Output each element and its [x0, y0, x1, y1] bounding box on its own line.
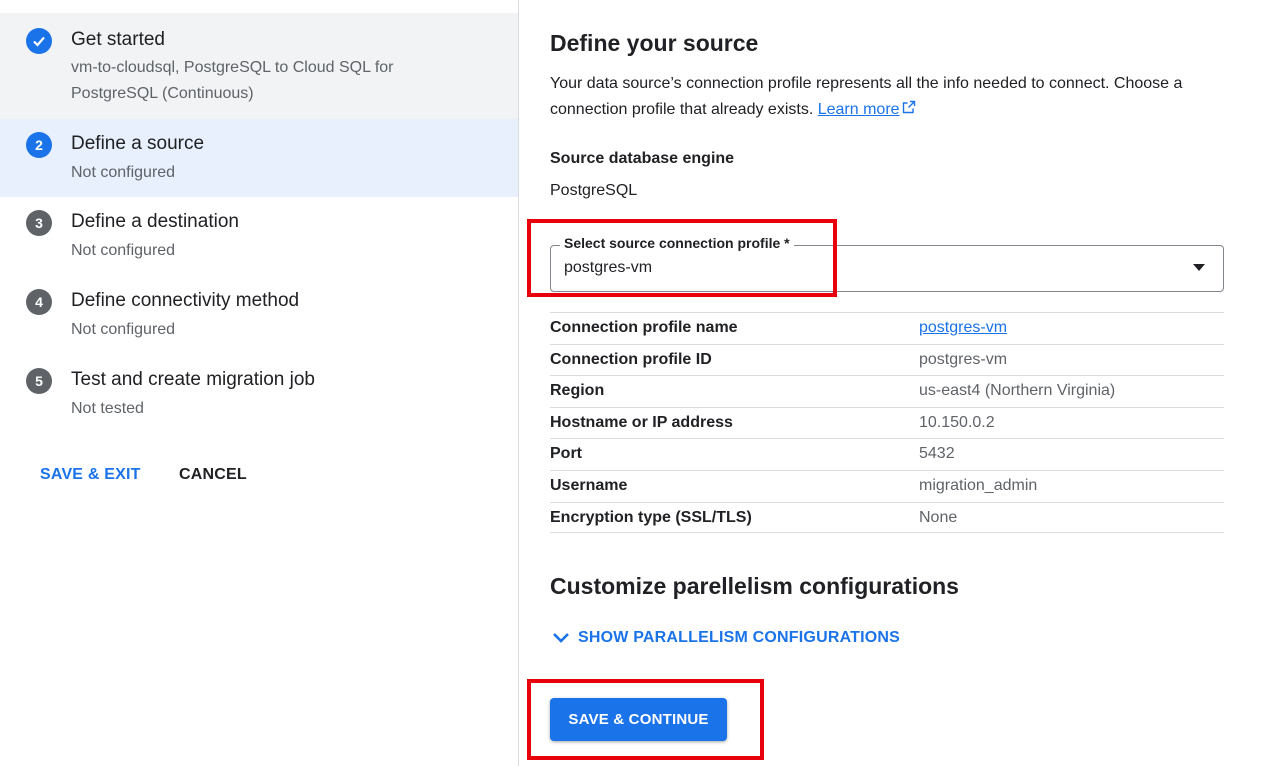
parallelism-heading: Customize parellelism configurations [550, 573, 959, 599]
detail-key: Port [550, 445, 582, 463]
detail-value: postgres-vm [919, 350, 1008, 368]
description: Your data source’s connection profile re… [550, 71, 1230, 123]
step-subtitle: Not configured [71, 321, 176, 338]
detail-key: Username [550, 476, 628, 494]
detail-key: Encryption type (SSL/TLS) [550, 508, 752, 526]
detail-key: Hostname or IP address [550, 413, 733, 431]
save-continue-button[interactable]: SAVE & CONTINUE [550, 698, 727, 741]
step-test-create[interactable]: 5 Test and create migration job Not test… [0, 355, 518, 434]
show-parallelism-toggle[interactable]: SHOW PARALLELISM CONFIGURATIONS [552, 629, 900, 647]
step-title: Define a destination [71, 211, 239, 232]
step-title: Get started [71, 29, 165, 50]
detail-value: migration_admin [919, 476, 1038, 494]
step-subtitle: Not tested [71, 400, 144, 417]
table-row: Connection profile name postgres-vm [550, 312, 1224, 344]
engine-label: Source database engine [550, 150, 735, 167]
detail-key: Region [550, 382, 605, 400]
detail-value: 5432 [919, 445, 955, 463]
profile-name-link[interactable]: postgres-vm [919, 319, 1007, 337]
step-subtitle: vm-to-cloudsql, PostgreSQL to Cloud SQL … [71, 59, 394, 102]
dropdown-arrow-icon[interactable] [1193, 264, 1205, 271]
step-title: Define a source [71, 133, 205, 154]
step-number-badge: 2 [26, 132, 52, 158]
chevron-down-icon [553, 633, 569, 643]
step-number-badge: 4 [26, 289, 52, 315]
step-define-source[interactable]: 2 Define a source Not configured [0, 119, 518, 197]
show-parallelism-label: SHOW PARALLELISM CONFIGURATIONS [578, 629, 901, 646]
step-number-badge: 5 [26, 368, 52, 394]
engine-value: PostgreSQL [550, 182, 638, 199]
step-subtitle: Not configured [71, 242, 176, 259]
check-icon [26, 28, 52, 54]
source-form: Define your source Your data source’s co… [519, 0, 1273, 766]
step-subtitle: Not configured [71, 164, 176, 181]
table-row: Username migration_admin [550, 469, 1224, 502]
connection-profile-select[interactable]: Select source connection profile * postg… [550, 235, 1224, 292]
step-get-started[interactable]: Get started vm-to-cloudsql, PostgreSQL t… [0, 13, 518, 119]
step-title: Define connectivity method [71, 290, 300, 311]
detail-value: us-east4 (Northern Virginia) [919, 382, 1116, 400]
detail-value: None [919, 508, 958, 526]
step-define-connectivity[interactable]: 4 Define connectivity method Not configu… [0, 276, 518, 355]
select-label: Select source connection profile * [560, 235, 794, 251]
table-row: Port 5432 [550, 438, 1224, 470]
page-title: Define your source [550, 30, 759, 56]
learn-more-link[interactable]: Learn more [818, 101, 900, 118]
cancel-button[interactable]: CANCEL [179, 466, 247, 484]
table-row: Encryption type (SSL/TLS) None [550, 501, 1224, 534]
table-row: Region us-east4 (Northern Virginia) [550, 375, 1224, 407]
table-row: Hostname or IP address 10.150.0.2 [550, 406, 1224, 439]
detail-value: 10.150.0.2 [919, 413, 995, 431]
external-link-icon[interactable] [902, 97, 916, 123]
table-row: Connection profile ID postgres-vm [550, 343, 1224, 376]
profile-details-table: Connection profile name postgres-vm Conn… [550, 312, 1224, 534]
detail-key: Connection profile ID [550, 350, 712, 368]
step-title: Test and create migration job [71, 369, 315, 390]
save-exit-button[interactable]: SAVE & EXIT [40, 466, 141, 484]
step-number-badge: 3 [26, 210, 52, 236]
detail-key: Connection profile name [550, 319, 738, 336]
stepper-panel: Get started vm-to-cloudsql, PostgreSQL t… [0, 0, 518, 766]
step-define-destination[interactable]: 3 Define a destination Not configured [0, 197, 518, 276]
select-value: postgres-vm [564, 259, 653, 276]
